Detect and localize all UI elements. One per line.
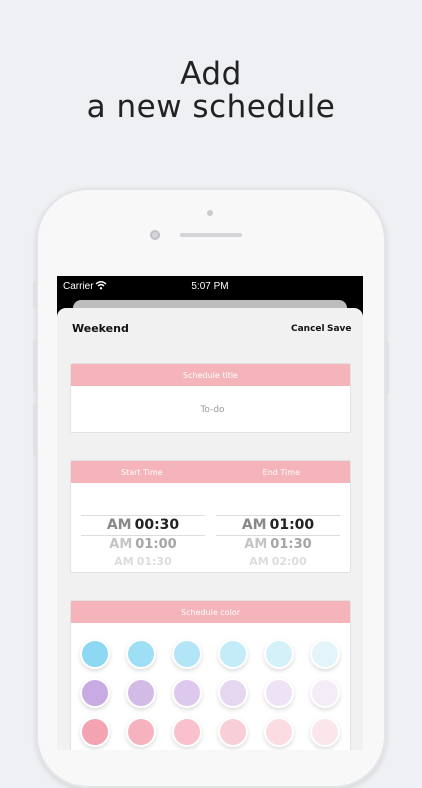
end-time-value: 01:00 [269,517,315,533]
end-time-label: End Time [262,467,300,477]
picker-divider [81,515,205,516]
cancel-button[interactable]: Cancel [291,324,325,334]
end-option-time: 02:00 [271,555,307,568]
picker-divider [216,535,340,536]
schedule-color-header: Schedule color [71,601,350,623]
color-swatch[interactable] [172,717,202,747]
start-time-label: Start Time [121,467,163,477]
save-button[interactable]: Save [327,324,352,334]
power-button [385,342,389,394]
color-swatch[interactable] [126,717,156,747]
proximity-sensor [207,210,213,216]
volume-up-button [33,340,37,392]
color-swatch[interactable] [126,639,156,669]
end-time-selected[interactable]: AM 01:00 [216,517,340,533]
start-option-ampm: AM [109,537,133,552]
start-time-value: 00:30 [134,517,180,533]
end-ampm: AM [241,517,267,533]
color-swatch[interactable] [264,639,294,669]
end-option-ampm: AM [244,537,268,552]
color-swatch[interactable] [264,678,294,708]
color-swatch[interactable] [172,678,202,708]
start-option-ampm: AM [114,555,134,568]
headline-line-1: Add [180,56,242,92]
end-option-ampm: AM [249,555,269,568]
time-header: Start Time End Time [71,461,350,483]
promo-headline: Add a new schedule [0,58,422,124]
schedule-title-section: Schedule title [70,363,351,433]
color-swatch[interactable] [172,639,202,669]
front-camera-icon [150,230,160,240]
nav-title: Weekend [72,322,129,335]
end-time-option[interactable]: AM 01:30 [216,537,340,552]
color-swatch[interactable] [310,639,340,669]
end-option-time: 01:30 [270,537,312,552]
earpiece-speaker [180,233,242,237]
end-time-picker[interactable]: AM 01:00 AM 01:30 AM 02:00 [216,483,340,571]
color-swatch[interactable] [218,678,248,708]
color-swatch[interactable] [310,678,340,708]
schedule-color-header-label: Schedule color [180,607,240,617]
time-section: Start Time End Time AM 00:30 AM 01:00 AM 01… [70,460,351,573]
add-schedule-sheet: Weekend Cancel Save Schedule title Start… [57,308,363,750]
schedule-color-section: Schedule color [70,600,351,750]
schedule-title-header-label: Schedule title [183,370,238,380]
picker-divider [81,535,205,536]
start-time-option[interactable]: AM 01:30 [81,555,205,568]
start-time-picker[interactable]: AM 00:30 AM 01:00 AM 01:30 [81,483,205,571]
start-option-time: 01:00 [135,537,177,552]
color-swatch[interactable] [310,717,340,747]
mute-switch [33,282,37,308]
start-time-option[interactable]: AM 01:00 [81,537,205,552]
color-swatch[interactable] [264,717,294,747]
picker-divider [216,515,340,516]
color-swatch[interactable] [218,639,248,669]
schedule-title-input[interactable] [71,386,350,432]
time-pickers: AM 00:30 AM 01:00 AM 01:30 AM 01:00 AM 0… [71,483,350,571]
volume-down-button [33,404,37,456]
end-time-option[interactable]: AM 02:00 [216,555,340,568]
phone-screen: Carrier 5:07 PM Weekend Cancel Save Sche… [57,276,363,750]
start-option-time: 01:30 [136,555,172,568]
headline-line-2: a new schedule [86,89,336,125]
color-swatch[interactable] [218,717,248,747]
status-time: 5:07 PM [191,281,229,292]
color-swatch[interactable] [80,639,110,669]
color-swatch[interactable] [80,678,110,708]
schedule-title-header: Schedule title [71,364,350,386]
start-ampm: AM [106,517,132,533]
color-swatch-grid [71,623,350,750]
color-swatch[interactable] [80,717,110,747]
color-swatch[interactable] [126,678,156,708]
status-bar: Carrier 5:07 PM [57,276,363,298]
start-time-selected[interactable]: AM 00:30 [81,517,205,533]
